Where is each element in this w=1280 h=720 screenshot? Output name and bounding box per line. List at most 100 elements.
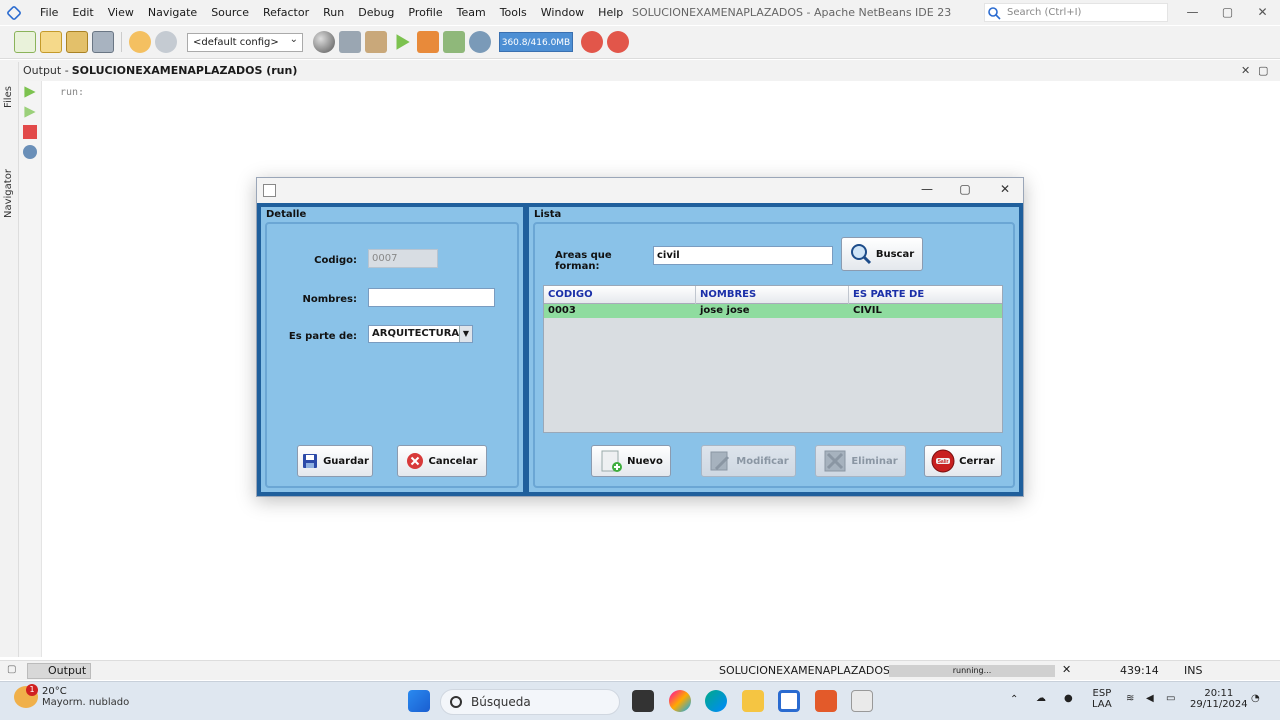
progress-bar: running... — [889, 665, 1055, 677]
rerun-icon[interactable] — [24, 86, 36, 98]
ide-search-input[interactable]: Search (Ctrl+I) — [984, 3, 1168, 22]
sphere-icon[interactable] — [313, 31, 335, 53]
buscar-label: Buscar — [875, 248, 915, 260]
areas-field[interactable]: civil — [653, 246, 833, 265]
menu-tools[interactable]: Tools — [493, 6, 534, 19]
output-text: run: — [60, 87, 85, 98]
taskbar-search[interactable]: Búsqueda — [440, 689, 620, 715]
rerun-different-icon[interactable] — [24, 106, 36, 118]
nuevo-button[interactable]: Nuevo — [591, 445, 671, 477]
menu-navigate[interactable]: Navigate — [141, 6, 204, 19]
open-project-icon[interactable] — [66, 31, 88, 53]
volume-icon[interactable]: ◀ — [1146, 693, 1154, 704]
java-app-icon[interactable] — [851, 690, 873, 712]
output-title: SOLUCIONEXAMENAPLAZADOS (run) — [71, 64, 298, 77]
menu-run[interactable]: Run — [316, 6, 351, 19]
output-tab-label: Output — [48, 664, 87, 677]
notification-badge: 1 — [26, 684, 38, 696]
files-tab[interactable]: Files — [3, 86, 14, 108]
config-select[interactable]: <default config> — [187, 31, 303, 52]
stop-icon[interactable] — [23, 125, 37, 139]
settings-icon[interactable] — [23, 145, 37, 159]
weather-widget[interactable]: 1 20°C Mayorm. nublado — [14, 684, 129, 708]
column-header-nombres[interactable]: NOMBRES — [696, 286, 849, 304]
cerrar-button[interactable]: Salir Cerrar — [924, 445, 1002, 477]
delete-icon — [824, 450, 846, 472]
gc-icon[interactable] — [581, 31, 603, 53]
parte-select[interactable]: ARQUITECTURA ▼ — [368, 325, 473, 343]
battery-icon[interactable]: ▭ — [1166, 693, 1175, 704]
app-icon[interactable] — [815, 690, 837, 712]
save-all-icon[interactable] — [92, 31, 114, 53]
close-icon[interactable]: ✕ — [1245, 0, 1280, 25]
menu-source[interactable]: Source — [204, 6, 256, 19]
tray-chevron-icon[interactable]: ⌃ — [1010, 694, 1018, 705]
undo-icon[interactable] — [129, 31, 151, 53]
clean-build-icon[interactable] — [365, 31, 387, 53]
language-indicator[interactable]: ESP LAA — [1092, 688, 1112, 710]
menu-edit[interactable]: Edit — [65, 6, 100, 19]
clock[interactable]: 20:11 29/11/2024 — [1190, 688, 1248, 710]
dialog-minimize-icon[interactable]: — — [917, 182, 937, 196]
codigo-field: 0007 — [368, 249, 438, 268]
column-header-parte[interactable]: ES PARTE DE — [849, 286, 1002, 304]
copilot-icon[interactable] — [669, 690, 691, 712]
close-output-icon[interactable]: ✕ — [1241, 64, 1250, 77]
menu-file[interactable]: File — [33, 6, 65, 19]
microphone-icon[interactable]: ● — [1064, 693, 1073, 704]
search-icon — [450, 696, 462, 708]
output-tab[interactable]: Output — [27, 663, 92, 679]
notification-bell-icon[interactable]: ◔ — [1251, 693, 1260, 704]
dialog-maximize-icon[interactable]: ▢ — [955, 182, 975, 196]
toolbar: <default config> 360.8/416.0MB — [0, 26, 1280, 59]
minimize-icon[interactable]: — — [1175, 0, 1210, 25]
redo-icon[interactable] — [155, 31, 177, 53]
memory-indicator[interactable]: 360.8/416.0MB — [499, 32, 573, 52]
window-icon[interactable]: ▢ — [7, 664, 16, 675]
task-view-icon[interactable] — [632, 690, 654, 712]
maximize-icon[interactable]: ▢ — [1210, 0, 1245, 25]
gc-snapshot-icon[interactable] — [607, 31, 629, 53]
table-row[interactable]: 0003 jose jose CIVIL — [544, 304, 1002, 318]
nombres-field[interactable] — [368, 288, 495, 307]
debug-icon[interactable] — [417, 31, 439, 53]
cancel-process-icon[interactable]: ✕ — [1062, 663, 1071, 676]
cancelar-label: Cancelar — [428, 455, 478, 467]
windows-start-icon[interactable] — [408, 690, 430, 712]
cancelar-button[interactable]: Cancelar — [397, 445, 487, 477]
dialog-close-icon[interactable]: ✕ — [995, 182, 1015, 196]
build-icon[interactable] — [339, 31, 361, 53]
search-placeholder: Search (Ctrl+I) — [1007, 7, 1082, 18]
navigator-tab[interactable]: Navigator — [3, 169, 14, 218]
results-table[interactable]: CODIGO NOMBRES ES PARTE DE 0003 jose jos… — [543, 285, 1003, 433]
menu-help[interactable]: Help — [591, 6, 630, 19]
column-header-codigo[interactable]: CODIGO — [544, 286, 696, 304]
time: 20:11 — [1204, 688, 1234, 699]
modificar-button[interactable]: Modificar — [701, 445, 796, 477]
run-icon[interactable] — [396, 34, 410, 50]
areas-label: Areas que forman: — [555, 250, 612, 272]
file-explorer-icon[interactable] — [742, 690, 764, 712]
maximize-output-icon[interactable]: ▢ — [1258, 64, 1268, 77]
eliminar-button[interactable]: Eliminar — [815, 445, 906, 477]
profile-icon[interactable] — [443, 31, 465, 53]
exit-icon: Salir — [931, 449, 955, 473]
new-project-icon[interactable] — [40, 31, 62, 53]
menu-team[interactable]: Team — [450, 6, 493, 19]
guardar-label: Guardar — [323, 455, 369, 467]
cell-parte: CIVIL — [853, 305, 882, 316]
menu-view[interactable]: View — [101, 6, 141, 19]
dialog-body: Detalle Codigo: 0007 Nombres: Es parte d… — [257, 203, 1023, 496]
cloud-icon[interactable]: ☁ — [1036, 693, 1046, 704]
menu-window[interactable]: Window — [534, 6, 591, 19]
menu-debug[interactable]: Debug — [351, 6, 401, 19]
edge-icon[interactable] — [705, 690, 727, 712]
wifi-icon[interactable]: ≋ — [1126, 693, 1134, 704]
menu-profile[interactable]: Profile — [401, 6, 449, 19]
new-file-icon[interactable] — [14, 31, 36, 53]
netbeans-icon[interactable] — [778, 690, 800, 712]
attach-debugger-icon[interactable] — [469, 31, 491, 53]
guardar-button[interactable]: Guardar — [297, 445, 373, 477]
buscar-button[interactable]: Buscar — [841, 237, 923, 271]
menu-refactor[interactable]: Refactor — [256, 6, 316, 19]
